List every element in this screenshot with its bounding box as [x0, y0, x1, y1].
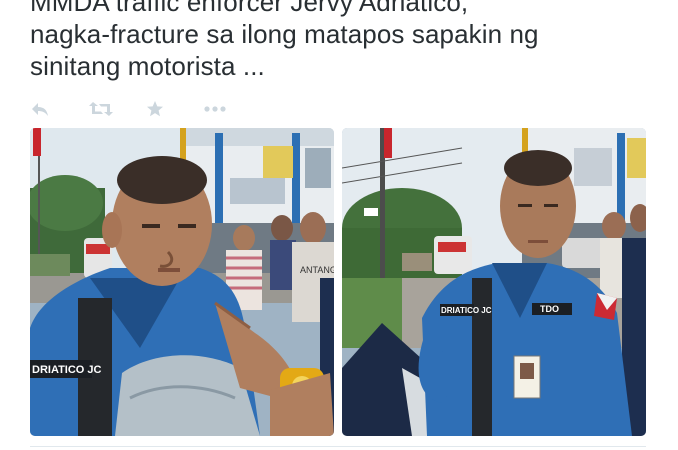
- tweet-text: MMDA traffic enforcer Jervy Adriatico, n…: [30, 0, 670, 82]
- tweet-media: ANTANG DRIATICO JC DRIATICO JC TDO: [30, 128, 646, 436]
- left-name-tag: DRIATICO JC: [32, 364, 102, 376]
- photo-left-image: ANTANG DRIATICO JC: [30, 128, 334, 436]
- bystander-shirt-text: ANTANG: [300, 265, 334, 275]
- tweet-text-line-2: nagka-fracture sa ilong matapos sapakin …: [30, 19, 539, 49]
- tweet-text-line-1: MMDA traffic enforcer Jervy Adriatico,: [30, 0, 469, 17]
- right-badge-text: TDO: [540, 304, 559, 314]
- photo-right[interactable]: DRIATICO JC TDO: [342, 128, 646, 436]
- tweet-divider: [30, 446, 646, 447]
- reply-icon: [32, 103, 48, 116]
- tweet-text-line-3: sinitang motorista ...: [30, 51, 265, 81]
- retweet-button[interactable]: [88, 97, 146, 121]
- retweet-icon: [89, 102, 113, 116]
- photo-left[interactable]: ANTANG DRIATICO JC: [30, 128, 334, 436]
- more-button[interactable]: [204, 97, 262, 121]
- star-icon: [147, 101, 163, 117]
- photo-right-image: DRIATICO JC TDO: [342, 128, 646, 436]
- right-name-tag: DRIATICO JC: [441, 306, 492, 315]
- more-icon: [204, 106, 226, 112]
- reply-button[interactable]: [30, 97, 88, 121]
- tweet-actions: [30, 97, 262, 121]
- favorite-button[interactable]: [146, 97, 204, 121]
